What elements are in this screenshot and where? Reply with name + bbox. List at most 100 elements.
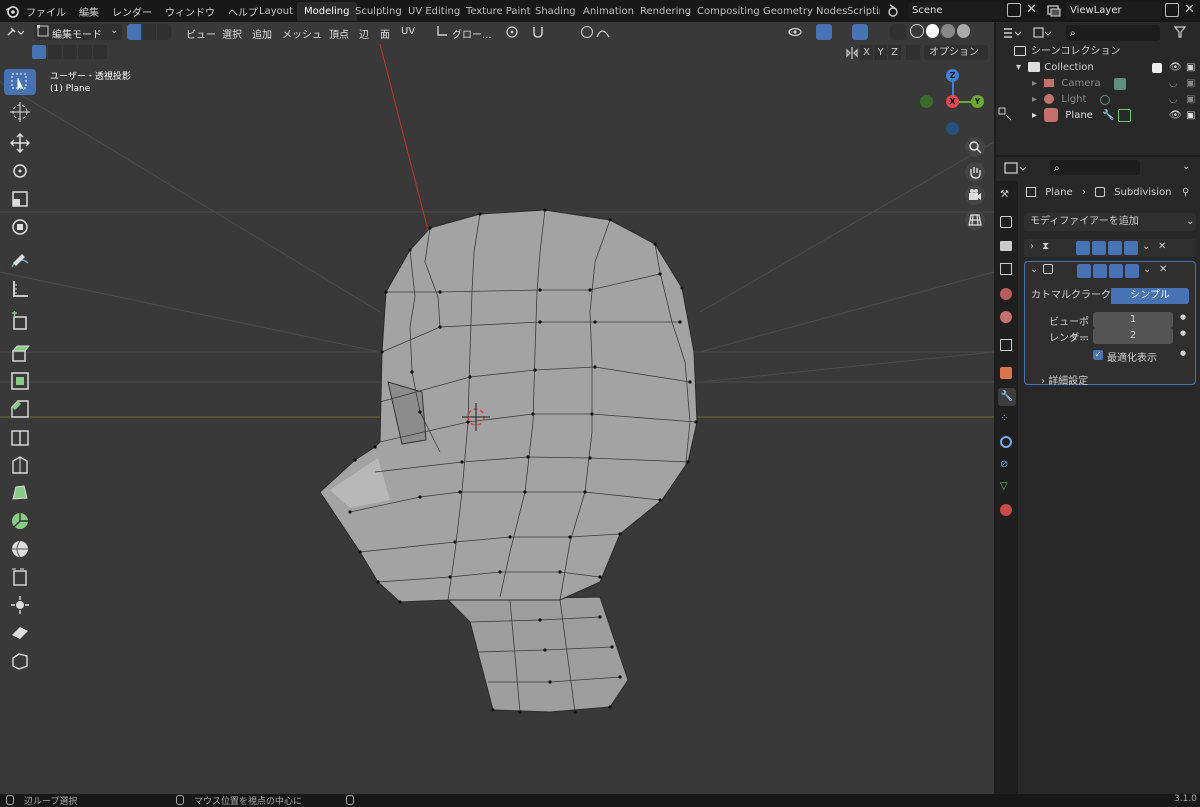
extrude-tool[interactable] [4,340,36,366]
select-extend-button[interactable] [48,45,62,59]
modifier-panel-collapsed[interactable]: › ⧗ ⌄ ✕ [1024,239,1196,257]
zoom-icon[interactable] [965,137,985,157]
pivot-point-icon[interactable] [505,25,519,42]
material-tab-icon[interactable] [1000,504,1012,516]
tab-scripting[interactable]: Scriptir [840,2,880,21]
outliner-item-camera[interactable]: ▸ Camera ◡ ▣ [1032,76,1198,92]
constraints-tab-icon[interactable]: ⊘ [1000,459,1008,470]
mirror-y-button[interactable]: Y [874,45,887,60]
tab-shading[interactable]: Shading [528,2,583,21]
wireframe-shading-button[interactable] [910,24,924,38]
transform-orientation-dropdown[interactable]: グロー... [452,26,492,41]
loop-cut-tool[interactable] [4,424,36,450]
scene-field[interactable]: Scene [908,2,1004,19]
eye-closed-icon[interactable]: ◡ [1169,92,1178,108]
menu-mesh[interactable]: メッシュ [282,26,322,41]
camera-render-icon[interactable]: ▣ [1186,76,1195,92]
viewport-levels-field[interactable]: 1 [1093,312,1173,328]
viewport-toggle[interactable] [1108,241,1122,255]
auto-merge-button[interactable] [906,45,920,60]
cage-toggle[interactable] [1093,264,1107,278]
props-editor-type-icon[interactable] [1004,161,1028,178]
collection-row[interactable]: ▾ Collection 👁 ▣ [1016,60,1198,76]
viewlayer-field[interactable]: ViewLayer [1066,2,1162,19]
overlay-toggle-button[interactable] [852,24,868,40]
camera-render-icon[interactable]: ▣ [1186,92,1195,108]
menu-edit[interactable]: 編集 [79,8,99,19]
mesh-data-tab-icon[interactable]: ▽ [1000,481,1008,492]
add-modifier-dropdown[interactable]: モディファイアーを追加 ⌄ [1024,213,1196,231]
tab-simple[interactable]: シンプル [1111,288,1189,304]
collection-checkbox[interactable] [1152,63,1162,73]
scene-tab-icon[interactable] [1000,288,1012,300]
keyframe-dot-icon[interactable]: ● [1180,329,1186,337]
edit-mode-toggle[interactable] [1076,241,1090,255]
tab-sculpting[interactable]: Sculpting [348,2,409,21]
tab-layout[interactable]: Layout [252,2,300,21]
outliner-item-light[interactable]: ▸ Light ◡ ▣ [1032,92,1198,108]
filter-icon[interactable] [1173,25,1194,42]
collection-tab-icon[interactable] [1000,339,1012,351]
gizmo-z-axis[interactable]: Z [946,69,959,82]
bevel-tool[interactable] [4,396,36,422]
tab-texture-paint[interactable]: Texture Paint [459,2,538,21]
rotate-tool[interactable] [4,158,36,184]
camera-data-icon[interactable] [1114,78,1126,90]
snap-icon[interactable] [531,25,545,42]
keyframe-dot-icon[interactable]: ● [1180,313,1186,321]
menu-select[interactable]: 選択 [222,26,242,41]
menu-window[interactable]: ウィンドウ [165,8,215,19]
select-box-tool[interactable] [4,69,36,95]
mirror-z-button[interactable]: Z [888,45,901,60]
menu-face[interactable]: 面 [380,26,390,41]
optimal-display-checkbox[interactable]: ✓ [1093,350,1103,360]
chevron-down-icon[interactable]: ⌄ [1142,241,1150,252]
mirror-x-button[interactable]: X [860,45,873,60]
transform-tool[interactable] [4,214,36,240]
menu-view[interactable]: ビュー [186,26,216,41]
tab-uv-editing[interactable]: UV Editing [401,2,467,21]
move-tool[interactable] [4,130,36,156]
physics-tab-icon[interactable] [1000,436,1012,448]
mode-dropdown[interactable]: 編集モード ⌄ [34,24,122,41]
shrink-fatten-tool[interactable] [4,592,36,618]
camera-render-icon[interactable]: ▣ [1186,108,1195,124]
measure-tool[interactable] [4,276,36,302]
delete-viewlayer-icon[interactable]: ✕ [1184,3,1195,17]
editor-type-icon[interactable] [6,25,25,42]
edit-mode-toggle[interactable] [1077,264,1091,278]
options-dropdown[interactable]: オプション [924,45,988,60]
render-tab-icon[interactable] [1000,216,1012,228]
gizmo-neg-y-axis[interactable] [920,95,933,108]
cursor-tool[interactable] [4,99,36,125]
display-mode-icon[interactable] [1032,26,1054,43]
tab-animation[interactable]: Animation [576,2,641,21]
face-select-button[interactable] [157,24,171,40]
vertex-select-button[interactable] [127,24,141,40]
menu-file[interactable]: ファイル [26,8,66,19]
select-subtract-button[interactable] [63,45,77,59]
close-icon[interactable]: ✕ [1159,264,1167,275]
scene-icon[interactable] [886,3,902,22]
gizmo-y-axis[interactable]: Y [971,95,984,108]
menu-render[interactable]: レンダー [112,8,152,19]
world-tab-icon[interactable] [1000,311,1012,323]
camera-render-icon[interactable]: ▣ [1186,60,1195,76]
object-tab-icon[interactable] [1000,367,1012,379]
gizmo-x-axis[interactable]: X [946,95,959,108]
blender-logo-icon[interactable] [5,4,19,21]
pan-hand-icon[interactable] [965,162,985,182]
props-search-input[interactable]: ⌕ [1050,160,1140,175]
advanced-subpanel[interactable]: › 詳細設定 [1041,372,1088,387]
pin-icon[interactable]: ⚲ [1182,185,1189,201]
scene-collection-row[interactable]: シーンコレクション [1014,44,1121,60]
perspective-grid-icon[interactable] [965,210,985,230]
chevron-down-icon[interactable]: ⌄ [1143,264,1151,275]
delete-scene-icon[interactable]: ✕ [1026,3,1040,17]
tab-rendering[interactable]: Rendering [633,2,698,21]
output-tab-icon[interactable] [1000,241,1012,251]
xray-toggle-button[interactable] [890,24,906,40]
render-toggle[interactable] [1125,264,1139,278]
gizmo-neg-z-axis[interactable] [946,122,959,135]
proportional-edit-icon[interactable] [581,26,593,38]
